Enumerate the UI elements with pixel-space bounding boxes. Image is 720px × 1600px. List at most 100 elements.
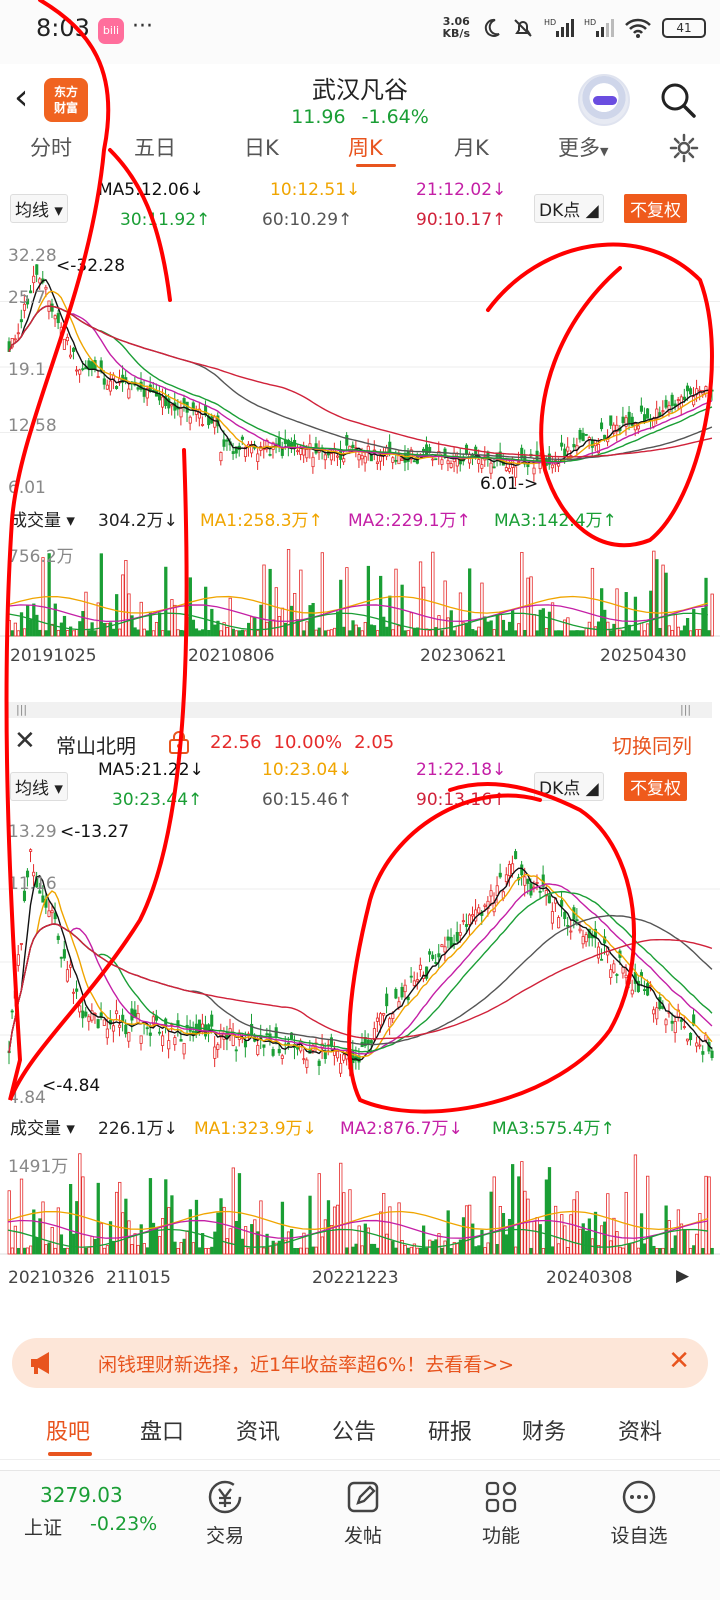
volume-bar (194, 628, 199, 637)
tab-wuri[interactable]: 五日 (134, 132, 176, 162)
vol-ma3: MA3:142.4万↑ (494, 511, 617, 531)
ai-assistant-avatar[interactable] (578, 74, 630, 126)
close-compare-icon[interactable]: ✕ (14, 726, 36, 756)
tab-gonggao[interactable]: 公告 (332, 1414, 376, 1446)
volume-bar (200, 629, 205, 637)
price-chart-2[interactable] (0, 816, 720, 1108)
tab-zhouk[interactable]: 周K (348, 132, 383, 162)
ma30-value: 30:11.92↑ (120, 210, 211, 230)
candle-body (379, 455, 383, 462)
volume-bar (682, 625, 687, 637)
volume-bar (314, 629, 318, 637)
volume-bar (624, 592, 628, 637)
volume-bar (587, 1218, 592, 1255)
volume-bar (75, 629, 79, 637)
volume-bar (56, 629, 60, 637)
chart-splitter[interactable] (8, 702, 712, 718)
ad-close-icon[interactable]: ✕ (668, 1346, 690, 1376)
candle-body (615, 974, 619, 976)
candle-body (305, 1059, 309, 1068)
volume-bar (99, 1223, 103, 1255)
search-icon[interactable] (658, 80, 698, 120)
indicator-select-2[interactable]: 均线 ▾ (10, 772, 68, 801)
volume-bar (204, 1247, 208, 1255)
volume-bar (124, 560, 128, 637)
candle-body (59, 326, 63, 338)
volume-bar (360, 1245, 364, 1255)
tab-rik[interactable]: 日K (244, 132, 279, 162)
sh-index-change[interactable]: -0.23% (90, 1513, 157, 1535)
volume-bar (403, 1245, 407, 1255)
candle-body (75, 988, 79, 992)
gear-icon[interactable] (668, 132, 700, 164)
candle-body (145, 1027, 149, 1030)
volume-bar (412, 628, 417, 637)
sh-index-value[interactable]: 3279.03 (40, 1483, 123, 1507)
status-indicators: 3.06 KB/s HD HD 41 (443, 16, 706, 40)
volume-bar (609, 630, 613, 637)
nav-watchlist[interactable]: 设自选 (594, 1477, 684, 1548)
candle-body (19, 319, 23, 323)
candle-body (547, 895, 551, 904)
volume-bar (182, 630, 186, 637)
volume-bar (65, 1247, 70, 1255)
volume-bar (618, 629, 622, 637)
volume-bar (449, 610, 453, 637)
volume-indicator-select-2[interactable]: 成交量 ▾ (10, 1114, 75, 1139)
volume-bar (158, 612, 162, 637)
volume-bar (16, 1247, 21, 1255)
nav-functions[interactable]: 功能 (456, 1477, 546, 1548)
tab-yanbao[interactable]: 研报 (428, 1414, 472, 1446)
candle-body (50, 910, 54, 914)
dk-point-select[interactable]: DK点 ◢ (534, 194, 604, 223)
tab-fenshi[interactable]: 分时 (30, 132, 72, 162)
candle-body (379, 1013, 383, 1026)
ad-text[interactable]: 闲钱理财新选择，近1年收益率超6%！去看看>> (98, 1350, 514, 1377)
nav-trade[interactable]: 交易 (180, 1477, 270, 1548)
candle-body (538, 890, 542, 893)
volume-bar (118, 628, 122, 637)
tab-guba[interactable]: 股吧 (46, 1414, 90, 1446)
tab-pankou[interactable]: 盘口 (140, 1414, 184, 1446)
candle-body (243, 1040, 248, 1048)
dk-point-select-2[interactable]: DK点 ◢ (534, 772, 604, 801)
candle-body (560, 442, 564, 447)
stock-price: 11.96 (291, 106, 346, 128)
indicator-select[interactable]: 均线 ▾ (10, 194, 68, 223)
lock-icon[interactable] (168, 730, 190, 754)
volume-indicator-select[interactable]: 成交量 ▾ (10, 506, 75, 531)
nav-post[interactable]: 发帖 (318, 1477, 408, 1548)
candle-body (142, 388, 146, 397)
ad-banner[interactable]: 闲钱理财新选择，近1年收益率超6%！去看看>> ✕ (12, 1338, 708, 1388)
volume-bar (247, 1247, 251, 1255)
scroll-right-icon[interactable]: ▶ (676, 1266, 689, 1286)
volume-bar (406, 1247, 410, 1255)
date-label-2: 20210806 (188, 646, 275, 666)
volume-bar (652, 550, 656, 637)
volume-bar (16, 630, 21, 637)
volume-bar (271, 1240, 275, 1255)
compare-stock-name[interactable]: 常山北明 (56, 730, 136, 759)
bottom-nav: 3279.03 上证 -0.23% 交易 发帖 功能 设自选 (0, 1470, 720, 1600)
volume-bar (35, 1237, 39, 1255)
volume-bar (593, 626, 598, 637)
sh-index-name[interactable]: 上证 (24, 1513, 62, 1540)
fuquan-toggle[interactable]: 不复权 (624, 194, 687, 223)
splitter-handle-right[interactable]: ||| (680, 703, 691, 716)
volume-bar (612, 623, 616, 637)
ma10-value: 10:12.51↓ (270, 180, 361, 200)
volume-bar (250, 1224, 254, 1255)
candle-body (173, 1037, 177, 1046)
candle-body (127, 388, 131, 399)
tab-more[interactable]: 更多▼ (558, 132, 608, 162)
tab-yuek[interactable]: 月K (454, 132, 489, 162)
volume-bar (421, 586, 426, 637)
tab-caiwu[interactable]: 财务 (522, 1414, 566, 1446)
fuquan-toggle-2[interactable]: 不复权 (624, 772, 687, 801)
volume-bar (332, 627, 337, 637)
volume-bar (458, 592, 463, 637)
tab-ziliao[interactable]: 资料 (618, 1414, 662, 1446)
switch-same-column-button[interactable]: 切换同列 (612, 730, 692, 759)
tab-zixun[interactable]: 资讯 (236, 1414, 280, 1446)
splitter-handle-left[interactable]: ||| (16, 703, 27, 716)
